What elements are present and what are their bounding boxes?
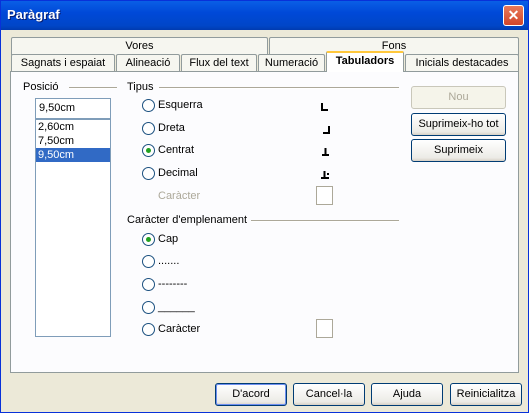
radio-fill-dots[interactable] [142, 255, 155, 268]
radio-decimal-label: Decimal [158, 167, 198, 179]
divider [69, 87, 117, 89]
tab-center-icon [322, 148, 329, 156]
fill-label: Caràcter d'emplenament [127, 214, 248, 226]
radio-fill-dashes[interactable] [142, 278, 155, 291]
close-button[interactable]: ✕ [503, 5, 524, 26]
fill-char-input[interactable] [316, 319, 333, 338]
tab-numbering[interactable]: Numeració [258, 54, 325, 72]
cancel-button[interactable]: Cancel·la [293, 383, 365, 406]
tab-drop-caps[interactable]: Inicials destacades [405, 54, 519, 72]
radio-center-label: Centrat [158, 144, 195, 156]
tab-label: Numeració [264, 57, 319, 69]
tab-indents-spacing[interactable]: Sagnats i espaiat [11, 54, 115, 72]
tab-label: Flux del text [189, 57, 249, 69]
tab-text-flow[interactable]: Flux del text [181, 54, 257, 72]
position-input[interactable]: 9,50cm [35, 98, 111, 119]
divider [251, 220, 399, 222]
tab-right-icon [323, 126, 330, 134]
radio-left-label: Esquerra [158, 99, 203, 111]
radio-fill-underline-label: ______ [158, 301, 195, 313]
tab-decimal-icon [321, 171, 329, 179]
tab-borders[interactable]: Vores [11, 37, 268, 55]
radio-fill-dots-label: ....... [158, 255, 180, 267]
radio-right-label: Dreta [158, 122, 185, 134]
delete-button[interactable]: Suprimeix [411, 139, 506, 162]
paragraph-dialog: Paràgraf ✕ Vores Fons Sagnats i espaiat … [0, 0, 529, 413]
type-char-label: Caràcter [158, 190, 201, 202]
radio-center[interactable] [142, 144, 155, 157]
radio-left[interactable] [142, 99, 155, 112]
type-char-input[interactable] [316, 186, 333, 205]
tab-tabs[interactable]: Tabuladors [326, 51, 404, 72]
position-label: Posició [23, 81, 59, 93]
new-button[interactable]: Nou [411, 86, 506, 109]
radio-fill-dashes-label: -------- [158, 278, 188, 290]
divider [159, 87, 399, 89]
tab-label: Inicials destacades [415, 57, 509, 69]
help-button[interactable]: Ajuda [371, 383, 443, 406]
radio-fill-none[interactable] [142, 233, 155, 246]
tab-panel: Posició 9,50cm 2,60cm 7,50cm 9,50cm Tipu… [10, 71, 519, 373]
list-item[interactable]: 2,60cm [36, 120, 110, 134]
tab-label: Vores [125, 40, 154, 52]
radio-decimal[interactable] [142, 167, 155, 180]
window-title: Paràgraf [7, 7, 60, 22]
radio-fill-none-label: Cap [158, 233, 179, 245]
ok-button[interactable]: D'acord [215, 383, 287, 406]
radio-fill-char-label: Caràcter [158, 323, 201, 335]
radio-fill-char[interactable] [142, 323, 155, 336]
list-item[interactable]: 7,50cm [36, 134, 110, 148]
radio-right[interactable] [142, 122, 155, 135]
radio-fill-underline[interactable] [142, 301, 155, 314]
list-item[interactable]: 9,50cm [36, 148, 110, 162]
type-label: Tipus [127, 81, 154, 93]
tab-label: Tabuladors [335, 55, 395, 67]
close-icon: ✕ [507, 7, 520, 23]
tab-left-icon [321, 103, 328, 111]
position-list[interactable]: 2,60cm 7,50cm 9,50cm [35, 119, 111, 337]
tab-label: Alineació [125, 57, 171, 69]
tab-label: Sagnats i espaiat [20, 57, 106, 69]
tab-alignment[interactable]: Alineació [116, 54, 180, 72]
title-bar[interactable]: Paràgraf ✕ [1, 1, 528, 30]
reset-button[interactable]: Reinicialitza [450, 383, 522, 406]
delete-all-button[interactable]: Suprimeix-ho tot [411, 113, 506, 136]
